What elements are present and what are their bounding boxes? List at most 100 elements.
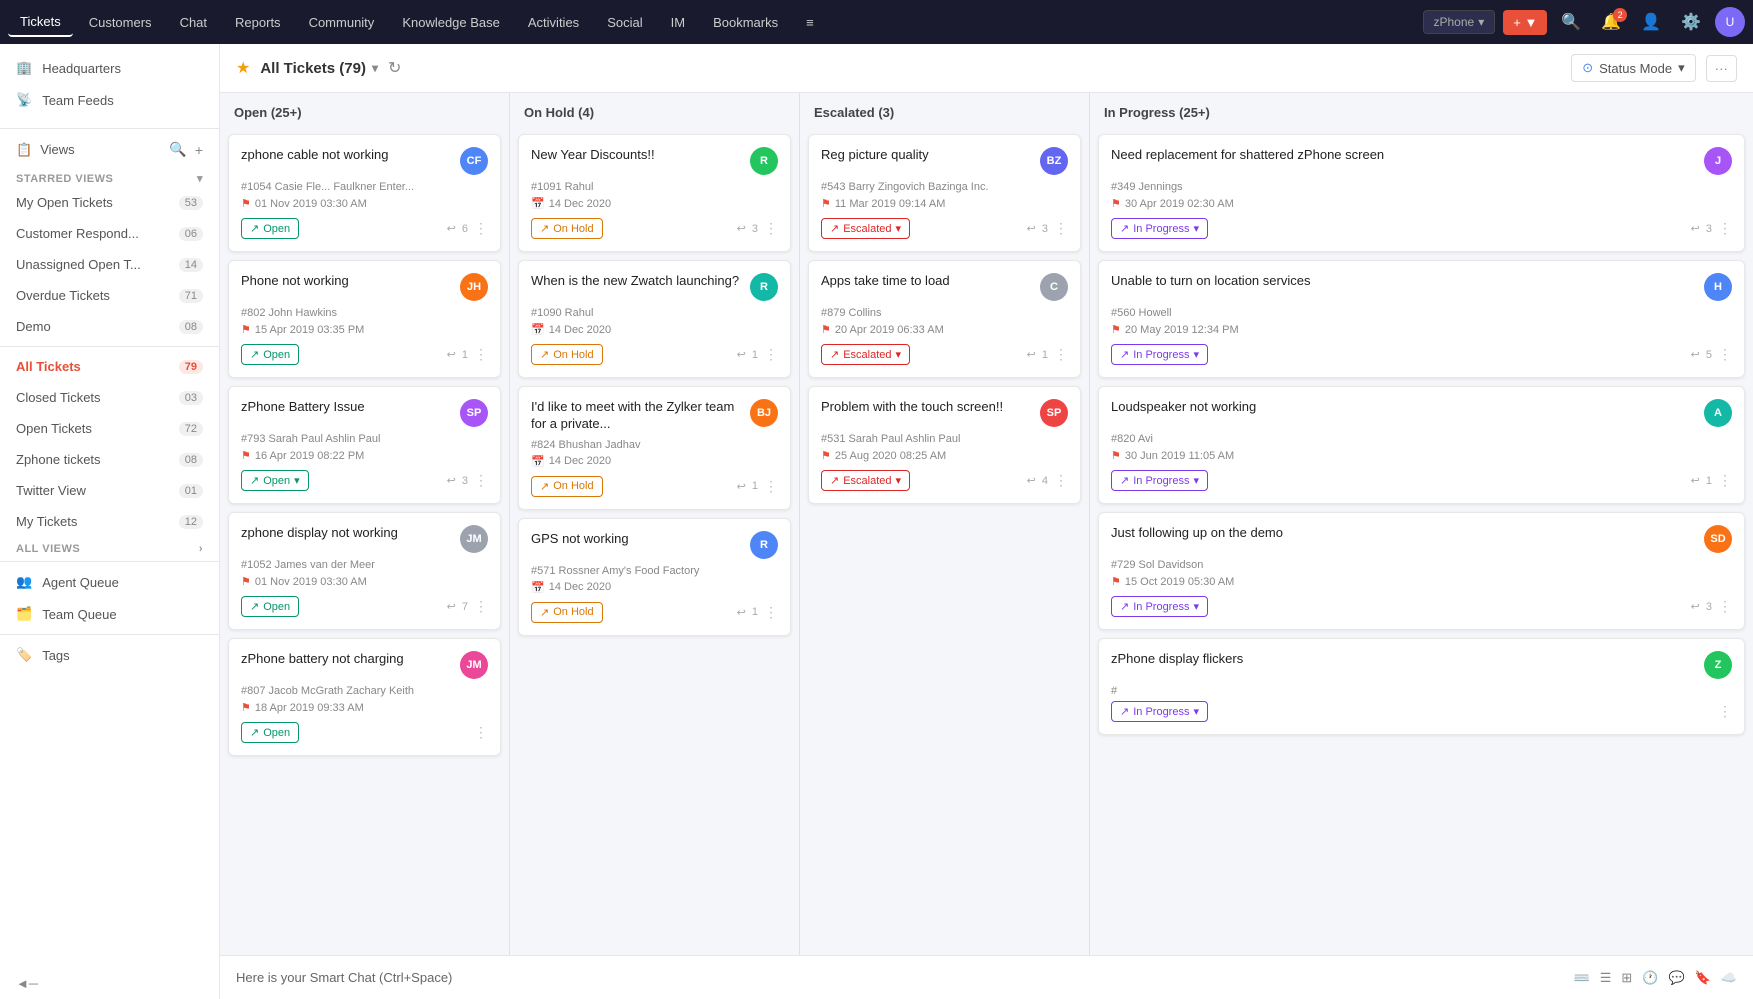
status-badge[interactable]: ↗Escalated ▾ bbox=[821, 218, 910, 239]
table-row[interactable]: Apps take time to loadC#879 Collins⚑ 20 … bbox=[808, 260, 1081, 378]
search-button[interactable]: 🔍 bbox=[1555, 8, 1587, 36]
clock-icon[interactable]: 🕐 bbox=[1642, 970, 1658, 986]
collapse-sidebar-icon[interactable]: ◄─ bbox=[16, 976, 38, 991]
new-button[interactable]: + ▼ bbox=[1503, 10, 1547, 35]
sidebar-item-headquarters[interactable]: 🏢 Headquarters bbox=[0, 52, 219, 84]
tickets-title[interactable]: All Tickets (79) ▾ bbox=[260, 60, 378, 77]
nav-reports[interactable]: Reports bbox=[223, 9, 293, 36]
status-badge[interactable]: ↗In Progress ▾ bbox=[1111, 470, 1208, 491]
card-more-icon[interactable]: ⋮ bbox=[474, 220, 488, 237]
card-more-icon[interactable]: ⋮ bbox=[1718, 598, 1732, 615]
status-badge[interactable]: ↗Escalated ▾ bbox=[821, 344, 910, 365]
more-options-button[interactable]: ··· bbox=[1706, 55, 1737, 82]
table-row[interactable]: When is the new Zwatch launching?R#1090 … bbox=[518, 260, 791, 378]
card-more-icon[interactable]: ⋮ bbox=[1718, 346, 1732, 363]
status-badge[interactable]: ↗In Progress ▾ bbox=[1111, 701, 1208, 722]
card-more-icon[interactable]: ⋮ bbox=[1054, 220, 1068, 237]
status-badge[interactable]: ↗On Hold bbox=[531, 476, 603, 497]
favorite-star-icon[interactable]: ★ bbox=[236, 58, 250, 78]
table-row[interactable]: zPhone display flickersZ#↗In Progress ▾⋮ bbox=[1098, 638, 1745, 735]
sidebar-item-customer-respond[interactable]: Customer Respond... 06 bbox=[0, 218, 219, 249]
card-more-icon[interactable]: ⋮ bbox=[764, 220, 778, 237]
sidebar-item-demo[interactable]: Demo 08 bbox=[0, 311, 219, 342]
settings-button[interactable]: ⚙️ bbox=[1675, 8, 1707, 36]
card-more-icon[interactable]: ⋮ bbox=[1718, 703, 1732, 720]
status-badge[interactable]: ↗Open ▾ bbox=[241, 470, 309, 491]
nav-customers[interactable]: Customers bbox=[77, 9, 164, 36]
status-badge[interactable]: ↗In Progress ▾ bbox=[1111, 596, 1208, 617]
smart-chat-input[interactable]: Here is your Smart Chat (Ctrl+Space) bbox=[236, 970, 1562, 985]
card-more-icon[interactable]: ⋮ bbox=[764, 346, 778, 363]
table-row[interactable]: Unable to turn on location servicesH#560… bbox=[1098, 260, 1745, 378]
status-badge[interactable]: ↗On Hold bbox=[531, 602, 603, 623]
status-badge[interactable]: ↗In Progress ▾ bbox=[1111, 218, 1208, 239]
sidebar-item-unassigned[interactable]: Unassigned Open T... 14 bbox=[0, 249, 219, 280]
starred-views-collapse-icon[interactable]: ▾ bbox=[197, 172, 203, 185]
contacts-button[interactable]: 👤 bbox=[1635, 8, 1667, 36]
nav-tickets[interactable]: Tickets bbox=[8, 8, 73, 37]
table-row[interactable]: Loudspeaker not workingA#820 Avi⚑ 30 Jun… bbox=[1098, 386, 1745, 504]
refresh-button[interactable]: ↻ bbox=[388, 58, 401, 78]
views-add-icon[interactable]: + bbox=[195, 142, 203, 158]
status-badge[interactable]: ↗Escalated ▾ bbox=[821, 470, 910, 491]
card-more-icon[interactable]: ⋮ bbox=[1054, 472, 1068, 489]
view-list-icon[interactable]: ☰ bbox=[1600, 970, 1612, 986]
sidebar-item-closed-tickets[interactable]: Closed Tickets 03 bbox=[0, 382, 219, 413]
card-more-icon[interactable]: ⋮ bbox=[1718, 220, 1732, 237]
card-more-icon[interactable]: ⋮ bbox=[1054, 346, 1068, 363]
nav-social[interactable]: Social bbox=[595, 9, 654, 36]
nav-chat[interactable]: Chat bbox=[168, 9, 219, 36]
status-badge[interactable]: ↗Open bbox=[241, 344, 299, 365]
notifications-button[interactable]: 🔔 2 bbox=[1595, 8, 1627, 36]
grid-icon[interactable]: ⊞ bbox=[1621, 970, 1632, 986]
card-more-icon[interactable]: ⋮ bbox=[1718, 472, 1732, 489]
cloud-icon[interactable]: ☁️ bbox=[1721, 970, 1737, 986]
user-avatar[interactable]: U bbox=[1715, 7, 1745, 37]
views-search-icon[interactable]: 🔍 bbox=[169, 141, 186, 158]
zphone-button[interactable]: zPhone ▾ bbox=[1423, 10, 1496, 34]
sidebar-item-open-tickets[interactable]: Open Tickets 72 bbox=[0, 413, 219, 444]
status-badge[interactable]: ↗On Hold bbox=[531, 344, 603, 365]
nav-activities[interactable]: Activities bbox=[516, 9, 591, 36]
table-row[interactable]: I'd like to meet with the Zylker team fo… bbox=[518, 386, 791, 510]
sidebar-item-overdue[interactable]: Overdue Tickets 71 bbox=[0, 280, 219, 311]
card-more-icon[interactable]: ⋮ bbox=[474, 598, 488, 615]
status-badge[interactable]: ↗On Hold bbox=[531, 218, 603, 239]
nav-im[interactable]: IM bbox=[659, 9, 697, 36]
status-badge[interactable]: ↗Open bbox=[241, 722, 299, 743]
all-views-expand-icon[interactable]: › bbox=[199, 543, 203, 555]
status-badge[interactable]: ↗Open bbox=[241, 596, 299, 617]
nav-community[interactable]: Community bbox=[297, 9, 387, 36]
table-row[interactable]: Phone not workingJH#802 John Hawkins⚑ 15… bbox=[228, 260, 501, 378]
card-more-icon[interactable]: ⋮ bbox=[474, 472, 488, 489]
sidebar-item-team-feeds[interactable]: 📡 Team Feeds bbox=[0, 84, 219, 116]
status-badge[interactable]: ↗In Progress ▾ bbox=[1111, 344, 1208, 365]
table-row[interactable]: zphone cable not workingCF#1054 Casie Fl… bbox=[228, 134, 501, 252]
card-more-icon[interactable]: ⋮ bbox=[764, 604, 778, 621]
sidebar-item-all-tickets[interactable]: All Tickets 79 bbox=[0, 351, 219, 382]
translate-icon[interactable]: ⌨️ bbox=[1574, 970, 1590, 986]
sidebar-item-my-open-tickets[interactable]: My Open Tickets 53 bbox=[0, 187, 219, 218]
table-row[interactable]: zPhone battery not chargingJM#807 Jacob … bbox=[228, 638, 501, 756]
status-mode-button[interactable]: ⊙ Status Mode ▾ bbox=[1571, 54, 1695, 82]
sidebar-item-team-queue[interactable]: 🗂️ Team Queue bbox=[0, 598, 219, 630]
status-badge[interactable]: ↗Open bbox=[241, 218, 299, 239]
nav-bookmarks[interactable]: Bookmarks bbox=[701, 9, 790, 36]
nav-knowledge-base[interactable]: Knowledge Base bbox=[390, 9, 512, 36]
sidebar-item-agent-queue[interactable]: 👥 Agent Queue bbox=[0, 566, 219, 598]
table-row[interactable]: Need replacement for shattered zPhone sc… bbox=[1098, 134, 1745, 252]
table-row[interactable]: zphone display not workingJM#1052 James … bbox=[228, 512, 501, 630]
table-row[interactable]: zPhone Battery IssueSP#793 Sarah Paul As… bbox=[228, 386, 501, 504]
table-row[interactable]: Reg picture qualityBZ#543 Barry Zingovic… bbox=[808, 134, 1081, 252]
sidebar-item-twitter-view[interactable]: Twitter View 01 bbox=[0, 475, 219, 506]
chat-icon[interactable]: 💬 bbox=[1668, 970, 1684, 986]
sidebar-item-my-tickets[interactable]: My Tickets 12 bbox=[0, 506, 219, 537]
table-row[interactable]: New Year Discounts!!R#1091 Rahul📅 14 Dec… bbox=[518, 134, 791, 252]
table-row[interactable]: Problem with the touch screen!!SP#531 Sa… bbox=[808, 386, 1081, 504]
sidebar-item-tags[interactable]: 🏷️ Tags bbox=[0, 639, 219, 671]
sidebar-item-zphone-tickets[interactable]: Zphone tickets 08 bbox=[0, 444, 219, 475]
card-more-icon[interactable]: ⋮ bbox=[764, 478, 778, 495]
card-more-icon[interactable]: ⋮ bbox=[474, 346, 488, 363]
table-row[interactable]: Just following up on the demoSD#729 Sol … bbox=[1098, 512, 1745, 630]
bookmark-icon[interactable]: 🔖 bbox=[1695, 970, 1711, 986]
